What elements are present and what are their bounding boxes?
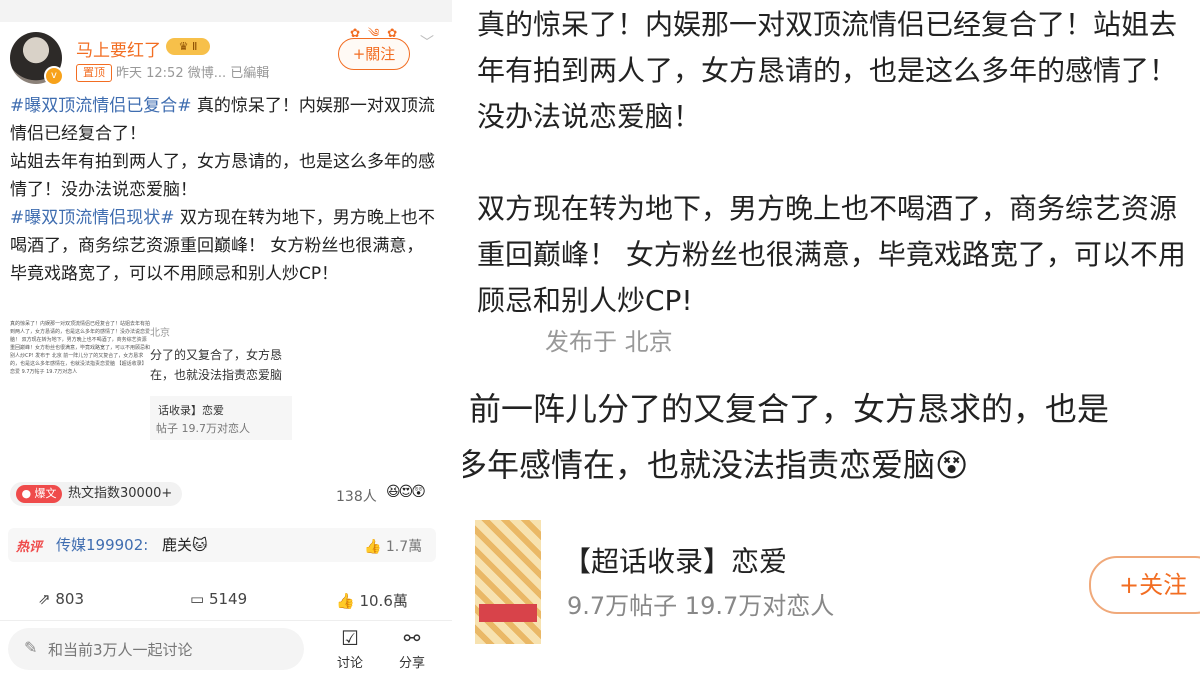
hot-comment-text: 鹿关🐱 xyxy=(162,536,208,554)
member-level-badge: ♛ Ⅱ xyxy=(166,38,210,55)
discussion-placeholder: 和当前3万人一起讨论 xyxy=(48,641,193,659)
post-image-thumbnail[interactable]: 真的惊呆了！内娱那一对双顶流情侣已经复合了！站姐去年有拍到两人了，女方恳请的，也… xyxy=(10,320,292,458)
thumbnail-crop: 北京 分了的又复合了，女方恳 在，也就没法指责恋爱脑 话收录】恋爱 帖子 19.… xyxy=(150,320,292,458)
zoomed-post-text: 真的惊呆了！内娱那一对双顶流情侣已经复合了！站姐去年有拍到两人了，女方恳请的，也… xyxy=(477,2,1195,324)
post-body: #曝双顶流情侣已复合# 真的惊呆了！内娱那一对双顶流情侣已经复合了！ 站姐去年有… xyxy=(10,92,440,288)
divider xyxy=(0,620,452,621)
follow-button[interactable]: +關注 xyxy=(338,38,410,70)
comment-button[interactable]: ▭ 5149 xyxy=(190,590,247,608)
edit-square-icon: ☑ xyxy=(341,626,359,650)
hot-comment-user[interactable]: 传媒199902: xyxy=(56,534,148,555)
chevron-down-icon[interactable]: ﹀ xyxy=(420,32,434,52)
hot-badge-label: 爆文 xyxy=(34,487,57,500)
topic-card-title: 【超话收录】恋爱 xyxy=(563,545,788,578)
hot-comment-like-count: 1.7萬 xyxy=(385,539,423,555)
super-topic-card[interactable]: 【超话收录】恋爱 9.7万帖子 19.7万对恋人 +关注 xyxy=(463,520,1200,644)
thumbnail-line: 分了的又复合了，女方恳 xyxy=(150,348,283,362)
thumbs-up-icon: 👍 xyxy=(336,592,355,610)
hashtag-link[interactable]: #曝双顶流情侣已复合# xyxy=(10,96,192,116)
verified-badge-icon: v xyxy=(44,66,64,86)
zoomed-paragraph: 真的惊呆了！内娱那一对双顶流情侣已经复合了！站姐去年有拍到两人了，女方恳请的，也… xyxy=(477,8,1178,133)
thumbnail-card-title: 话收录】恋爱 xyxy=(158,404,224,417)
top-strip xyxy=(0,0,452,22)
topic-cover-image xyxy=(475,520,541,644)
discussion-input[interactable]: ✎ 和当前3万人一起讨论 xyxy=(8,628,304,670)
thumbnail-location: 北京 xyxy=(150,328,170,339)
topic-follow-button[interactable]: +关注 xyxy=(1089,556,1200,614)
share-icon: ⚯ xyxy=(403,626,421,650)
thumbnail-small-text: 真的惊呆了！内娱那一对双顶流情侣已经复合了！站姐去年有拍到两人了，女方恳请的，也… xyxy=(10,321,151,375)
comment-count: 5149 xyxy=(208,590,248,608)
cover-label-decoration xyxy=(479,604,537,622)
post-meta: 昨天 12:52 微博... 已編輯 xyxy=(116,66,270,81)
hot-comment-tag: 热评 xyxy=(16,540,43,555)
reaction-emoji-icons[interactable]: 😆😍😲 xyxy=(386,484,426,500)
post-text: 站姐去年有拍到两人了，女方恳请的，也是这么多年的感情了！没办法说恋爱脑！ xyxy=(10,152,435,200)
discuss-label: 讨论 xyxy=(336,656,363,671)
zoomed-post-crop: 真的惊呆了！内娱那一对双顶流情侣已经复合了！站姐去年有拍到两人了，女方恳请的，也… xyxy=(463,0,1200,675)
username[interactable]: 马上要红了 xyxy=(76,36,161,61)
hot-index-text: 热文指数30000+ xyxy=(68,486,173,501)
repost-button[interactable]: ⇗ 803 xyxy=(38,590,84,608)
zoomed-cropped-line: 前一阵儿分了的又复合了，女方恳求的，也是 xyxy=(469,390,1110,428)
reaction-people-count: 138人 xyxy=(336,489,377,505)
pencil-icon: ✎ xyxy=(24,638,38,657)
hot-comment-likes[interactable]: 👍 1.7萬 xyxy=(364,536,422,556)
thumbnail-card-stats: 帖子 19.7万对恋人 xyxy=(156,422,250,435)
like-count: 10.6萬 xyxy=(359,592,408,610)
like-button[interactable]: 👍 10.6萬 xyxy=(336,590,408,611)
share-button[interactable]: ⚯ 分享 xyxy=(394,624,430,671)
repost-count: 803 xyxy=(55,590,84,608)
hashtag-link[interactable]: #曝双顶流情侣现状# xyxy=(10,208,175,228)
hot-comment[interactable]: 热评 传媒199902: 鹿关🐱 👍 1.7萬 xyxy=(8,528,436,562)
zoomed-paragraph: 双方现在转为地下，男方晚上也不喝酒了，商务综艺资源重回巅峰！ 女方粉丝也很满意，… xyxy=(477,192,1186,317)
hot-article-badge: ● 爆文 xyxy=(16,485,62,503)
pinned-tag: 置顶 xyxy=(76,64,112,82)
comment-icon: ▭ xyxy=(190,590,205,608)
topic-card-stats: 9.7万帖子 19.7万对恋人 xyxy=(567,592,835,620)
repost-icon: ⇗ xyxy=(38,590,51,608)
thumbnail-card: 话收录】恋爱 帖子 19.7万对恋人 xyxy=(150,396,292,440)
weibo-post-screenshot: v 马上要红了 ♛ Ⅱ 置顶 昨天 12:52 微博... 已編輯 ✿ ༄ ✿ … xyxy=(0,0,452,675)
zoomed-location: 发布于 北京 xyxy=(545,328,673,356)
zoomed-cropped-line: 多年感情在，也就没法指责恋爱脑😵 xyxy=(463,446,969,484)
thumbs-up-icon: 👍 xyxy=(364,539,382,555)
discuss-button[interactable]: ☑ 讨论 xyxy=(332,624,368,671)
hot-index-pill[interactable]: ● 爆文 热文指数30000+ xyxy=(10,482,182,506)
thumbnail-line: 在，也就没法指责恋爱脑 xyxy=(150,368,283,382)
share-label: 分享 xyxy=(398,656,425,671)
panel-gap xyxy=(452,0,463,675)
